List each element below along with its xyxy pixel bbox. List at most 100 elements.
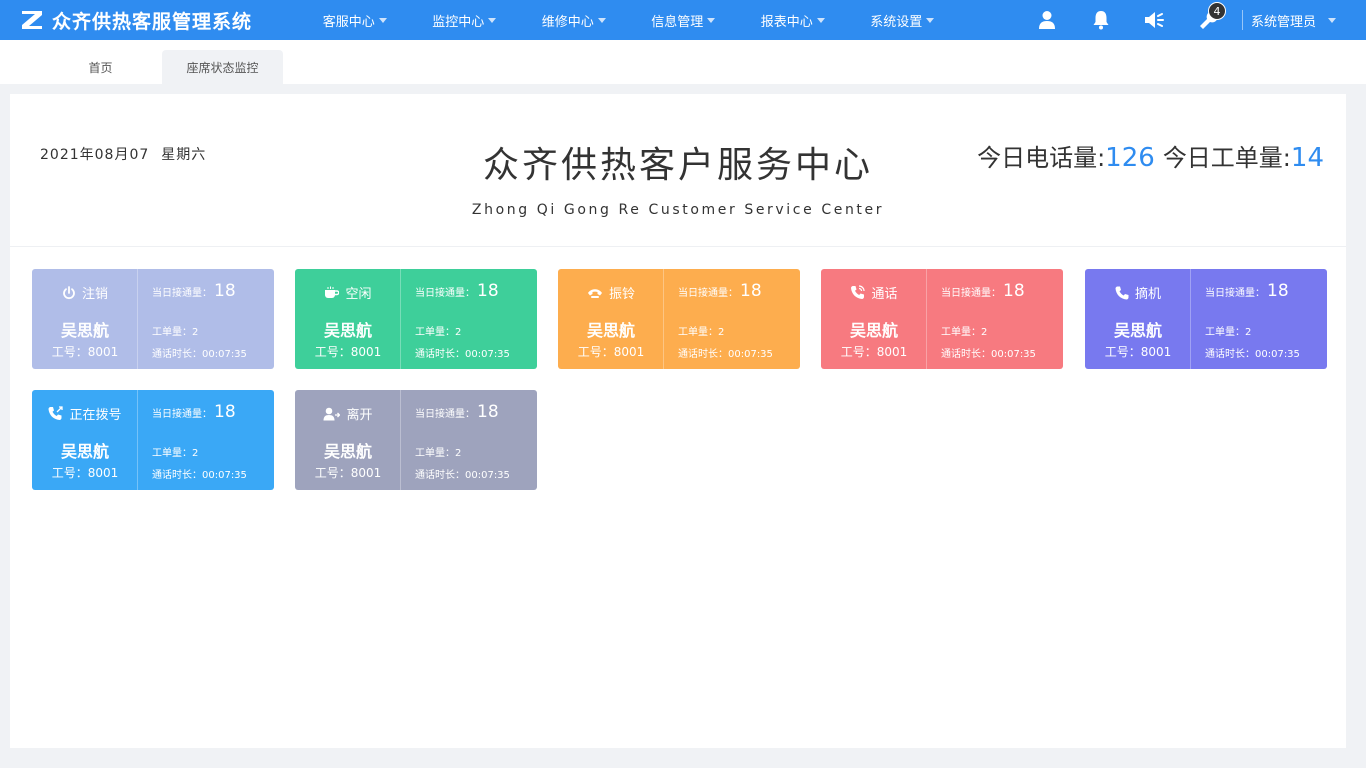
- card-status-label: 正在拨号: [69, 408, 122, 423]
- daily-calls-value: 18: [740, 281, 762, 301]
- card-left: 离开 吴思航 工号：8001: [295, 390, 401, 490]
- card-status: 空闲: [295, 283, 401, 302]
- card-right: 当日接通量： 18 工单量：2 通话时长：00:07:35: [664, 269, 800, 369]
- call-duration: 通话时长：00:07:35: [941, 349, 1036, 360]
- agent-card-ringing[interactable]: 振铃 吴思航 工号：8001 当日接通量： 18 工单量：2 通话时长：00:07…: [558, 269, 800, 369]
- agent-card-dialing[interactable]: 正在拨号 吴思航 工号：8001 当日接通量： 18 工单量：2 通话时长：00:…: [32, 390, 274, 490]
- page-subtitle: Zhong Qi Gong Re Customer Service Center: [471, 202, 885, 218]
- logo-icon: [22, 11, 42, 29]
- phone-icon: [1115, 286, 1129, 299]
- nav-report-center[interactable]: 报表中心: [738, 11, 848, 30]
- agent-id: 工号：8001: [314, 466, 382, 480]
- work-orders: 工单量：2: [415, 448, 462, 459]
- daily-calls-label: 当日接通量：: [415, 288, 475, 299]
- work-orders: 工单量：2: [1205, 327, 1252, 338]
- tab-seat-status-monitor[interactable]: 座席状态监控: [162, 50, 283, 84]
- work-orders: 工单量：2: [152, 448, 199, 459]
- tab-home[interactable]: 首页: [40, 50, 161, 84]
- speaker-icon: [1144, 12, 1164, 28]
- card-left: 摘机 吴思航 工号：8001: [1085, 269, 1191, 369]
- daily-calls: 当日接通量： 18: [415, 402, 499, 422]
- phone-volume-icon: [851, 285, 866, 299]
- agent-name: 吴思航: [323, 442, 372, 461]
- agent-card-idle[interactable]: 空闲 吴思航 工号：8001 当日接通量： 18 工单量：2 通话时长：00:07…: [295, 269, 537, 369]
- user-profile-button[interactable]: [1020, 0, 1074, 40]
- calls-today-label: 今日电话量:: [977, 144, 1106, 172]
- app-logo[interactable]: 众齐供热客服管理系统: [20, 7, 300, 34]
- agent-name: 吴思航: [60, 321, 109, 340]
- user-name: 系统管理员: [1250, 14, 1316, 30]
- orders-today-label: 今日工单量:: [1162, 144, 1291, 172]
- user-menu[interactable]: 系统管理员: [1251, 11, 1336, 30]
- agent-card-talking[interactable]: 通话 吴思航 工号：8001 当日接通量： 18 工单量：2 通话时长：00:07…: [821, 269, 1063, 369]
- orders-today-value: 14: [1290, 143, 1324, 173]
- daily-calls-label: 当日接通量：: [678, 288, 738, 299]
- chevron-down-icon: [597, 17, 606, 23]
- agent-card-logout[interactable]: 注销 吴思航 工号：8001 当日接通量： 18 工单量：2 通话时长：00:07…: [32, 269, 274, 369]
- daily-calls: 当日接通量： 18: [415, 281, 499, 301]
- work-orders: 工单量：2: [678, 327, 725, 338]
- daily-calls: 当日接通量： 18: [941, 281, 1025, 301]
- card-status: 通话: [821, 283, 927, 302]
- chevron-down-icon: [707, 17, 716, 23]
- agent-id: 工号：8001: [51, 345, 119, 359]
- calls-today-value: 126: [1105, 143, 1155, 173]
- card-status: 振铃: [558, 283, 664, 302]
- agent-name: 吴思航: [1113, 321, 1162, 340]
- agent-id: 工号：8001: [577, 345, 645, 359]
- app-title: 众齐供热客服管理系统: [52, 10, 253, 33]
- monitor-panel: 2021年08月07 星期六 众齐供热客户服务中心 Zhong Qi Gong R…: [10, 94, 1346, 748]
- daily-calls-label: 当日接通量：: [1205, 288, 1265, 299]
- card-right: 当日接通量： 18 工单量：2 通话时长：00:07:35: [401, 269, 537, 369]
- ringing-phone-icon: [587, 288, 602, 298]
- header-divider-line: [10, 246, 1346, 247]
- tools-button[interactable]: 4: [1182, 0, 1236, 40]
- notification-badge: 4: [1207, 2, 1226, 20]
- nav-info-management[interactable]: 信息管理: [629, 11, 739, 30]
- call-duration: 通话时长：00:07:35: [1205, 349, 1300, 360]
- user-away-icon: [323, 407, 341, 420]
- user-icon: [1038, 11, 1055, 29]
- card-left: 正在拨号 吴思航 工号：8001: [32, 390, 138, 490]
- card-left: 注销 吴思航 工号：8001: [32, 269, 138, 369]
- card-status-label: 离开: [346, 408, 373, 423]
- card-right: 当日接通量： 18 工单量：2 通话时长：00:07:35: [138, 390, 274, 490]
- card-status: 正在拨号: [32, 404, 138, 423]
- card-left: 通话 吴思航 工号：8001: [821, 269, 927, 369]
- notifications-button[interactable]: [1074, 0, 1128, 40]
- daily-calls-label: 当日接通量：: [152, 288, 212, 299]
- agent-id: 工号：8001: [840, 345, 908, 359]
- card-status-label: 振铃: [608, 287, 635, 302]
- nav-monitor-center[interactable]: 监控中心: [410, 11, 520, 30]
- agent-card-offhook[interactable]: 摘机 吴思航 工号：8001 当日接通量： 18 工单量：2 通话时长：00:07…: [1085, 269, 1327, 369]
- top-bar: 众齐供热客服管理系统 客服中心 监控中心 维修中心 信息管理 报表中心 系统设置: [0, 0, 1366, 40]
- agent-name: 吴思航: [60, 442, 109, 461]
- card-right: 当日接通量： 18 工单量：2 通话时长：00:07:35: [1191, 269, 1327, 369]
- daily-calls: 当日接通量： 18: [1205, 281, 1289, 301]
- call-duration: 通话时长：00:07:35: [152, 349, 247, 360]
- agent-id: 工号：8001: [314, 345, 382, 359]
- chevron-down-icon: [378, 17, 387, 23]
- nav-repair-center[interactable]: 维修中心: [519, 11, 629, 30]
- announcement-button[interactable]: [1128, 0, 1182, 40]
- nav-system-settings[interactable]: 系统设置: [848, 11, 958, 30]
- daily-calls-value: 18: [214, 402, 236, 422]
- card-status: 摘机: [1085, 283, 1191, 302]
- work-orders: 工单量：2: [415, 327, 462, 338]
- today-stats: 今日电话量:126 今日工单量:14: [977, 138, 1332, 173]
- daily-calls-value: 18: [477, 402, 499, 422]
- agent-id: 工号：8001: [51, 466, 119, 480]
- agent-card-away[interactable]: 离开 吴思航 工号：8001 当日接通量： 18 工单量：2 通话时长：00:07…: [295, 390, 537, 490]
- daily-calls-value: 18: [1003, 281, 1025, 301]
- work-orders: 工单量：2: [941, 327, 988, 338]
- call-duration: 通话时长：00:07:35: [152, 470, 247, 481]
- coffee-icon: [325, 286, 340, 298]
- daily-calls-label: 当日接通量：: [415, 409, 475, 420]
- header-divider: [1241, 10, 1243, 30]
- dialing-phone-icon: [48, 406, 64, 420]
- nav-customer-service[interactable]: 客服中心: [300, 11, 410, 30]
- chevron-down-icon: [488, 17, 497, 23]
- daily-calls: 当日接通量： 18: [152, 281, 236, 301]
- call-duration: 通话时长：00:07:35: [415, 349, 510, 360]
- agent-name: 吴思航: [323, 321, 372, 340]
